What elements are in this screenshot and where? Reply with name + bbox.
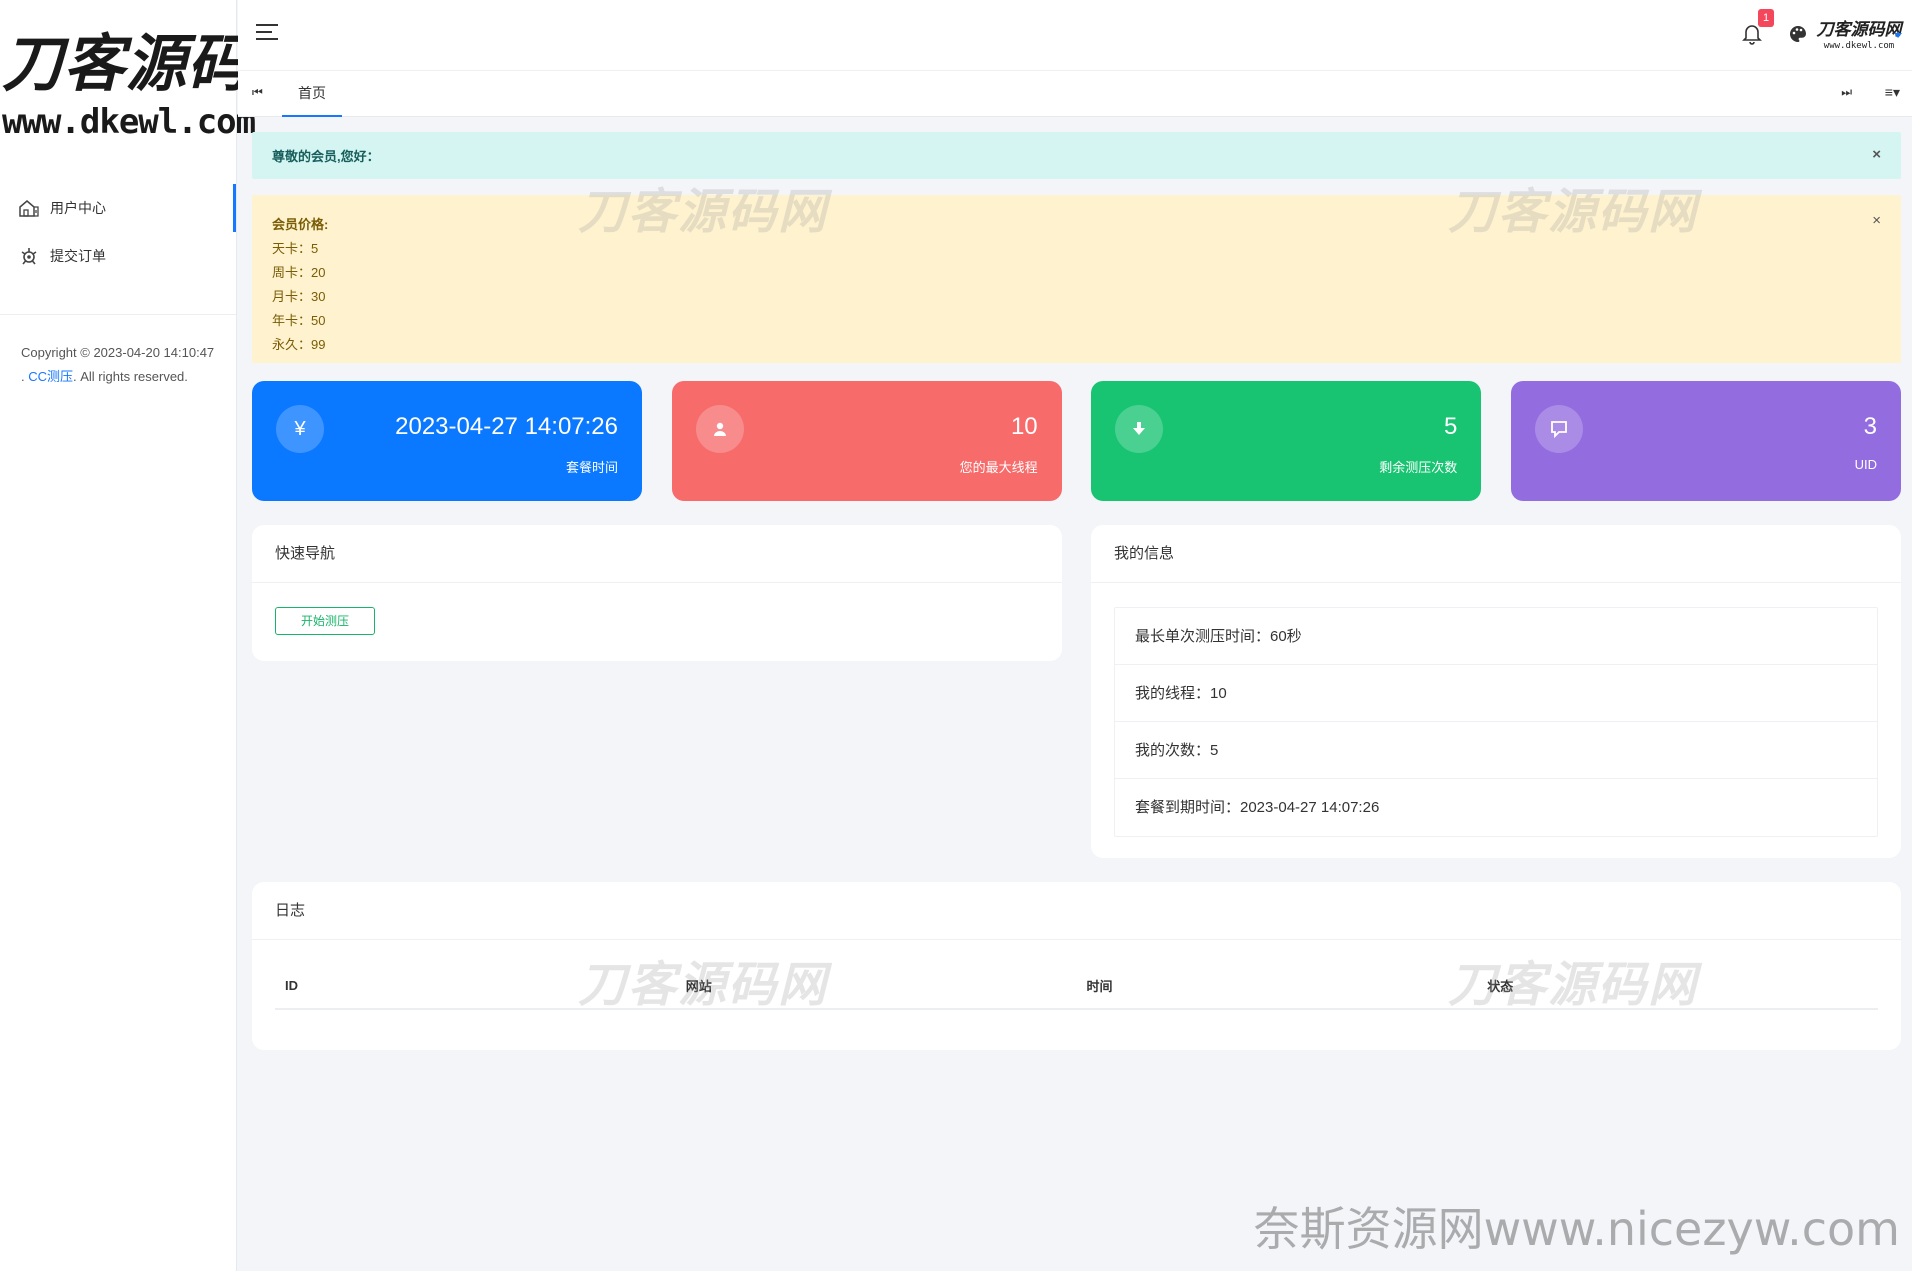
top-header: 1 刀客源码网 www.dkewl.com <box>238 0 1912 70</box>
notification-button[interactable]: 1 <box>1742 9 1775 47</box>
start-test-button[interactable]: 开始测压 <box>275 607 375 635</box>
gear-icon <box>18 245 40 267</box>
tab-home[interactable]: 首页 <box>282 71 342 117</box>
column-header-id[interactable]: ID <box>275 978 676 993</box>
tab-scroll-left-button[interactable]: ⏮ <box>252 85 263 100</box>
tab-menu-button[interactable]: ≡▾ <box>1885 84 1900 101</box>
header-right: 1 刀客源码网 www.dkewl.com <box>1742 9 1902 58</box>
stat-value: 5 <box>1443 413 1458 440</box>
info-list: 最长单次测压时间：60秒 我的线程：10 我的次数：5 套餐到期时间：2023-… <box>1114 607 1878 837</box>
chevron-down-icon[interactable] <box>1894 32 1902 38</box>
stat-label: 您的最大线程 <box>959 460 1038 475</box>
copyright-link[interactable]: CC测压 <box>28 369 73 384</box>
side-nav: 用户中心 提交订单 <box>0 184 236 280</box>
home-icon <box>18 197 40 219</box>
logo[interactable]: 刀客源码网 www.dkewl.com <box>0 0 311 160</box>
copyright: Copyright © 2023-04-20 14:10:47 . CC测压. … <box>0 315 236 389</box>
greeting-text: 尊敬的会员,您好： <box>272 149 380 164</box>
stat-label: 套餐时间 <box>565 460 618 475</box>
copyright-suffix: . All rights reserved. <box>73 369 188 384</box>
tabs-bar: ⏮ 首页 ⏭ ≡▾ <box>238 70 1912 117</box>
card-title: 日志 <box>252 882 1901 940</box>
user-icon <box>695 405 744 453</box>
price-item: 月卡：30 <box>272 289 326 304</box>
main-content: 尊敬的会员,您好： × 会员价格: 天卡：5 周卡：20 月卡：30 年卡：50… <box>252 132 1901 1050</box>
price-item: 年卡：50 <box>272 313 326 328</box>
avatar[interactable]: 刀客源码网 www.dkewl.com <box>1817 13 1902 57</box>
skip-forward-icon: ⏭ <box>1841 85 1852 99</box>
log-card: 日志 ID 网站 时间 状态 <box>252 882 1901 1050</box>
table-header-row: ID 网站 时间 状态 <box>275 962 1878 1010</box>
stats-row: ¥ 2023-04-27 14:07:26 套餐时间 10 您的最大线程 5 剩… <box>252 381 1901 501</box>
logo-title: 刀客源码网 <box>2 27 311 100</box>
quick-nav-body: 开始测压 <box>252 583 1062 659</box>
tab-scroll-right-button[interactable]: ⏭ <box>1841 85 1852 100</box>
stat-value: 2023-04-27 14:07:26 <box>395 413 618 440</box>
log-table: ID 网站 时间 状态 <box>275 962 1878 1010</box>
download-icon <box>1115 405 1164 453</box>
info-item: 我的线程：10 <box>1115 665 1877 722</box>
quick-nav-card: 快速导航 开始测压 <box>252 525 1062 661</box>
stat-card-max-threads: 10 您的最大线程 <box>671 381 1062 501</box>
menu-line <box>256 38 278 40</box>
menu-line <box>256 24 278 26</box>
content-row: 快速导航 开始测压 我的信息 最长单次测压时间：60秒 我的线程：10 我的次数… <box>252 525 1901 858</box>
info-item: 我的次数：5 <box>1115 722 1877 779</box>
sidebar-item-label: 用户中心 <box>50 200 106 216</box>
yen-icon: ¥ <box>276 405 324 453</box>
avatar-url: www.dkewl.com <box>1823 41 1895 51</box>
stat-label: 剩余测压次数 <box>1379 460 1458 475</box>
price-title: 会员价格: <box>272 217 329 232</box>
close-icon[interactable]: × <box>1872 209 1881 233</box>
info-item: 最长单次测压时间：60秒 <box>1115 608 1877 665</box>
stat-card-remaining-tests: 5 剩余测压次数 <box>1091 381 1482 501</box>
bottom-watermark: 奈斯资源网www.nicezyw.com <box>1253 1202 1900 1256</box>
price-item: 周卡：20 <box>272 265 326 280</box>
column-header-site[interactable]: 网站 <box>676 976 1077 995</box>
stat-card-uid: 3 UID <box>1510 381 1901 501</box>
palette-icon <box>1790 26 1806 42</box>
price-alert: 会员价格: 天卡：5 周卡：20 月卡：30 年卡：50 永久：99 × <box>252 195 1901 363</box>
chat-icon <box>1534 405 1583 453</box>
sidebar-item-submit-order[interactable]: 提交订单 <box>0 232 236 280</box>
stat-label: UID <box>1854 457 1877 472</box>
column-header-time[interactable]: 时间 <box>1077 976 1478 995</box>
close-icon[interactable]: × <box>1872 146 1881 163</box>
list-menu-icon: ≡▾ <box>1884 84 1900 100</box>
column-header-status[interactable]: 状态 <box>1477 976 1878 995</box>
menu-line <box>256 31 272 33</box>
logo-url: www.dkewl.com <box>2 102 256 142</box>
stat-value: 10 <box>1010 413 1038 440</box>
sidebar-item-user-center[interactable]: 用户中心 <box>0 184 236 232</box>
notification-badge: 1 <box>1758 9 1775 27</box>
stat-value: 3 <box>1863 413 1877 440</box>
info-item: 套餐到期时间：2023-04-27 14:07:26 <box>1135 799 1380 816</box>
menu-toggle-button[interactable] <box>256 24 278 44</box>
price-item: 天卡：5 <box>272 241 319 256</box>
card-title: 快速导航 <box>252 525 1062 583</box>
stat-card-package-time: ¥ 2023-04-27 14:07:26 套餐时间 <box>252 381 642 501</box>
greeting-alert: 尊敬的会员,您好： × <box>252 132 1901 179</box>
theme-button[interactable] <box>1788 24 1810 46</box>
avatar-title: 刀客源码网 <box>1816 20 1902 40</box>
card-title: 我的信息 <box>1091 525 1901 583</box>
skip-back-icon: ⏮ <box>252 85 263 99</box>
price-item: 永久：99 <box>272 337 326 352</box>
sidebar-item-label: 提交订单 <box>50 248 106 264</box>
my-info-card: 我的信息 最长单次测压时间：60秒 我的线程：10 我的次数：5 套餐到期时间：… <box>1091 525 1901 858</box>
sidebar: 刀客源码网 www.dkewl.com 用户中心 提交订单 Copyright … <box>0 0 311 1271</box>
